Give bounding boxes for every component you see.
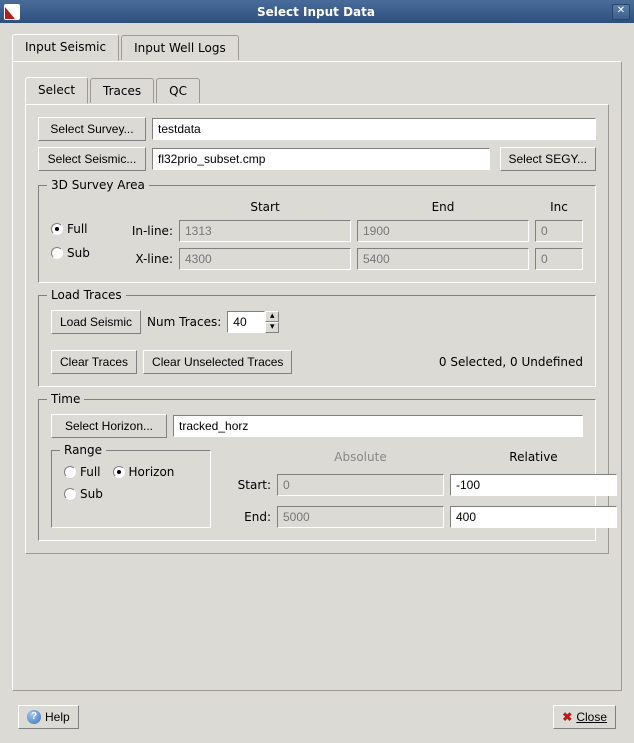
header-relative: Relative [450,450,617,464]
group-load-traces: Load Traces Load Seismic Num Traces: ▴ ▾… [38,295,596,387]
close-x-icon: ✖ [562,710,572,724]
legend-load-traces: Load Traces [47,288,126,302]
select-seismic-button[interactable]: Select Seismic... [38,147,146,171]
radio-dot-icon [64,488,76,500]
rel-start-input[interactable] [450,474,617,496]
row-select-survey: Select Survey... [38,117,596,141]
select-survey-button[interactable]: Select Survey... [38,117,146,141]
close-label: Close [576,710,607,724]
outer-tabrow: Input Seismic Input Well Logs [12,33,622,60]
rel-end-input[interactable] [450,506,617,528]
clear-traces-button[interactable]: Clear Traces [51,350,137,374]
legend-range: Range [60,443,106,457]
horizon-value-input[interactable] [173,415,583,437]
radio-range-full-label: Full [80,465,101,479]
legend-3d-survey-area: 3D Survey Area [47,178,149,192]
start-label: Start: [229,478,271,492]
radio-range-horizon-label: Horizon [129,465,175,479]
radio-dot-icon [51,247,63,259]
tab-select[interactable]: Select [25,77,88,104]
header-inc: Inc [535,200,583,214]
radio-dot-icon [113,466,125,478]
window-close-button[interactable]: ✕ [612,4,630,20]
abs-end-input [277,506,444,528]
xline-end-input [357,248,529,270]
spinner-up-icon[interactable]: ▴ [265,311,279,322]
abs-start-input [277,474,444,496]
clear-unselected-traces-button[interactable]: Clear Unselected Traces [143,350,292,374]
select-horizon-button[interactable]: Select Horizon... [51,414,167,438]
xline-start-input [179,248,351,270]
close-button[interactable]: ✖ Close [553,705,616,729]
radio-range-horizon[interactable]: Horizon [113,465,175,479]
end-label: End: [229,510,271,524]
group-time: Time Select Horizon... Range Full [38,399,596,541]
inline-inc-input [535,220,583,242]
survey-value-input[interactable] [152,118,596,140]
spinner-down-icon[interactable]: ▾ [265,322,279,333]
radio-area-sub[interactable]: Sub [51,246,121,260]
radio-area-full[interactable]: Full [51,222,121,236]
tab-traces[interactable]: Traces [90,78,154,103]
radio-dot-icon [64,466,76,478]
inline-end-input [357,220,529,242]
radio-range-sub[interactable]: Sub [64,487,103,501]
row-select-seismic: Select Seismic... Select SEGY... [38,147,596,171]
tab-input-well-logs[interactable]: Input Well Logs [121,35,239,60]
header-absolute: Absolute [277,450,444,464]
window-body: Input Seismic Input Well Logs Select Tra… [0,23,634,741]
window-title: Select Input Data [24,5,608,19]
tab-qc[interactable]: QC [156,78,200,103]
radio-range-full[interactable]: Full [64,465,101,479]
radio-dot-icon [51,223,63,235]
seismic-value-input[interactable] [152,148,490,170]
help-label: Help [45,710,70,724]
num-traces-spinner[interactable]: ▴ ▾ [227,311,279,333]
time-grid: Absolute Relative Start: End: [229,450,617,528]
legend-time: Time [47,392,84,406]
app-icon [4,4,20,20]
help-button[interactable]: ? Help [18,705,79,729]
tab-input-seismic[interactable]: Input Seismic [12,34,119,61]
radio-area-full-label: Full [67,222,88,236]
area-grid: Start End Inc In-line: X-line: [121,200,583,270]
outer-tabpanel: Select Traces QC Select Survey... Select… [12,61,622,691]
select-segy-button[interactable]: Select SEGY... [500,147,597,171]
traces-status: 0 Selected, 0 Undefined [298,355,583,369]
group-range: Range Full Horizon [51,450,211,528]
group-3d-survey-area: 3D Survey Area Full Sub [38,185,596,283]
num-traces-input[interactable] [227,311,265,333]
inner-tabpanel: Select Survey... Select Seismic... Selec… [25,104,609,554]
inline-label: In-line: [121,224,173,238]
help-icon: ? [27,710,41,724]
inner-tabrow: Select Traces QC [25,76,609,103]
header-start: Start [179,200,351,214]
xline-inc-input [535,248,583,270]
area-radio-col: Full Sub [51,200,121,270]
inline-start-input [179,220,351,242]
load-seismic-button[interactable]: Load Seismic [51,310,141,334]
titlebar: Select Input Data ✕ [0,0,634,23]
radio-range-sub-label: Sub [80,487,103,501]
xline-label: X-line: [121,252,173,266]
num-traces-label: Num Traces: [147,315,221,329]
radio-area-sub-label: Sub [67,246,90,260]
bottom-bar: ? Help ✖ Close [12,705,622,729]
header-end: End [357,200,529,214]
